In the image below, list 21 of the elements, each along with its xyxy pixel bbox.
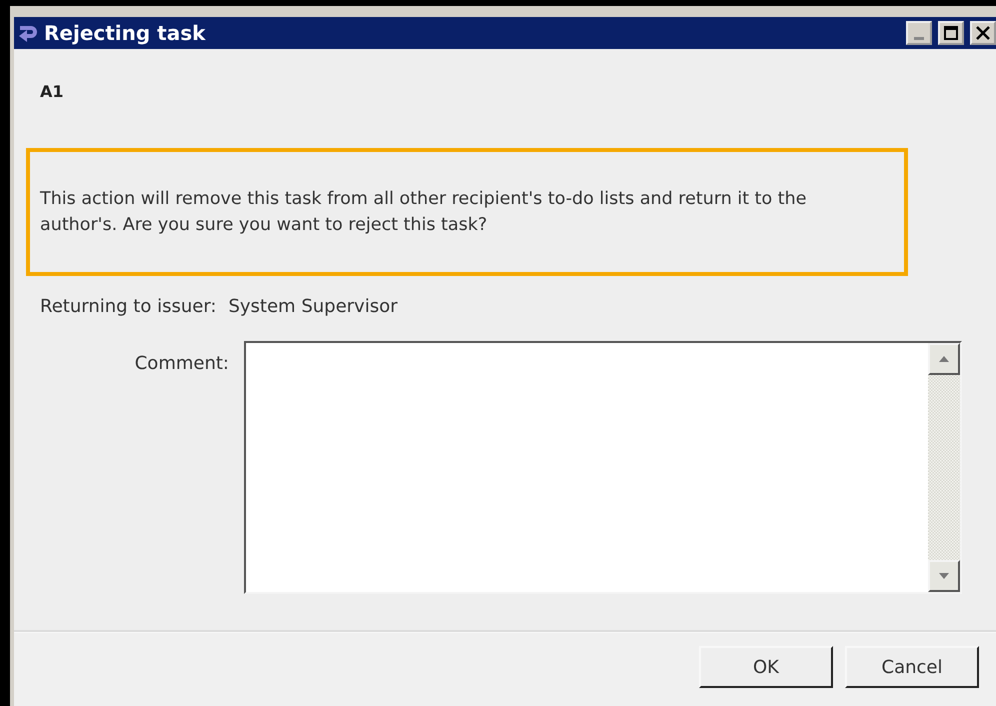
scroll-up-button[interactable] bbox=[928, 343, 960, 375]
dialog-button[interactable]: Cancel bbox=[845, 646, 979, 688]
minimize-icon bbox=[914, 36, 924, 40]
comment-field[interactable] bbox=[244, 341, 962, 594]
close-button[interactable] bbox=[970, 21, 996, 45]
scrollbar[interactable] bbox=[928, 343, 960, 592]
issuer-value: System Supervisor bbox=[228, 296, 398, 317]
dialog-button[interactable]: OK bbox=[699, 646, 833, 688]
minimize-button[interactable] bbox=[906, 21, 932, 45]
down-arrow-icon bbox=[938, 572, 950, 580]
task-name: A1 bbox=[39, 82, 65, 101]
scroll-down-button[interactable] bbox=[928, 560, 960, 592]
up-arrow-icon bbox=[938, 355, 950, 363]
maximize-icon bbox=[943, 25, 959, 41]
close-icon bbox=[975, 25, 991, 41]
warning-text: This action will remove this task from all other recipient's to-do lists and return it to the author's. Are you sure you want to reject this task? bbox=[40, 188, 808, 237]
arrow-icon bbox=[18, 23, 40, 43]
window-title: Rejecting task bbox=[44, 21, 207, 45]
comment-label: Comment: bbox=[134, 352, 229, 374]
issuer-label: Returning to issuer: bbox=[40, 296, 216, 317]
maximize-button[interactable] bbox=[938, 21, 964, 45]
